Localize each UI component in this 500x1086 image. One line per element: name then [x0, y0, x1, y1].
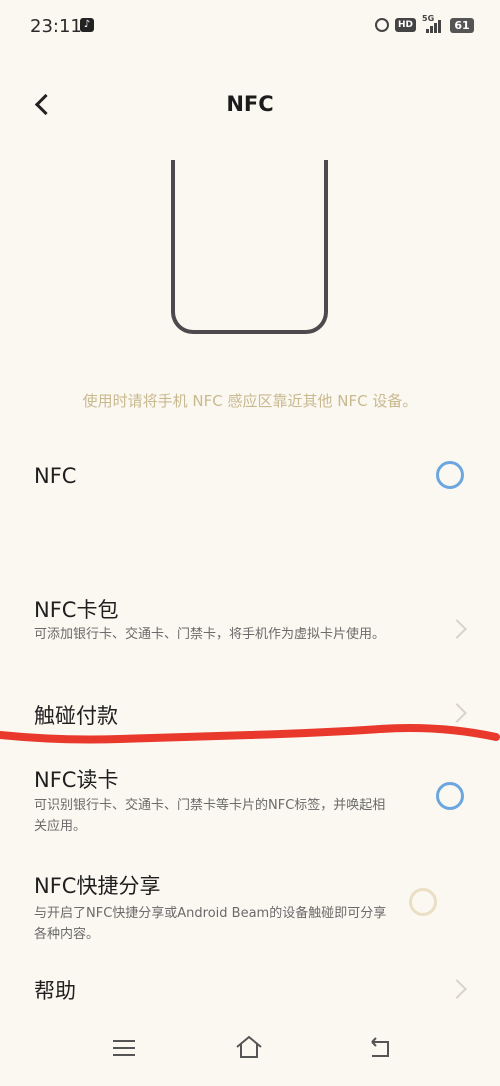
home-icon[interactable] — [234, 1034, 264, 1060]
signal-icon: 5G — [422, 14, 444, 33]
nfc-share-toggle[interactable] — [409, 888, 437, 916]
nfc-reader-toggle[interactable] — [436, 782, 464, 810]
red-annotation-line — [0, 724, 500, 744]
alarm-icon — [374, 18, 389, 32]
navigation-bar — [0, 1026, 500, 1086]
nfc-label: NFC — [34, 464, 77, 488]
help-title: 帮助 — [34, 979, 76, 1003]
nfc-share-title: NFC快捷分享 — [34, 874, 161, 898]
phone-illustration — [171, 160, 328, 334]
nfc-wallet-desc: 可添加银行卡、交通卡、门禁卡，将手机作为虚拟卡片使用。 — [34, 627, 386, 642]
nfc-toggle[interactable] — [436, 461, 464, 489]
menu-icon[interactable] — [113, 1040, 135, 1056]
page-title: NFC — [226, 92, 274, 116]
nfc-wallet-title: NFC卡包 — [34, 598, 119, 622]
nfc-share-desc: 与开启了NFC快捷分享或Android Beam的设备触碰即可分享各种内容。 — [34, 906, 387, 942]
network-type: 5G — [422, 14, 435, 23]
battery-icon: 61 — [450, 17, 474, 33]
hd-voice-icon: HD — [394, 18, 416, 32]
nfc-reader-desc: 可识别银行卡、交通卡、门禁卡等卡片的NFC标签，并唤起相关应用。 — [34, 798, 386, 834]
back-nav-icon[interactable] — [368, 1034, 394, 1060]
nfc-reader-title: NFC读卡 — [34, 768, 119, 792]
tiktok-notification-icon: ♪ — [80, 18, 94, 32]
status-time: 23:11 — [30, 16, 82, 37]
status-bar: 23:11 ♪ HD 5G 61 — [0, 0, 500, 54]
nfc-hint-text: 使用时请将手机 NFC 感应区靠近其他 NFC 设备。 — [82, 392, 418, 410]
